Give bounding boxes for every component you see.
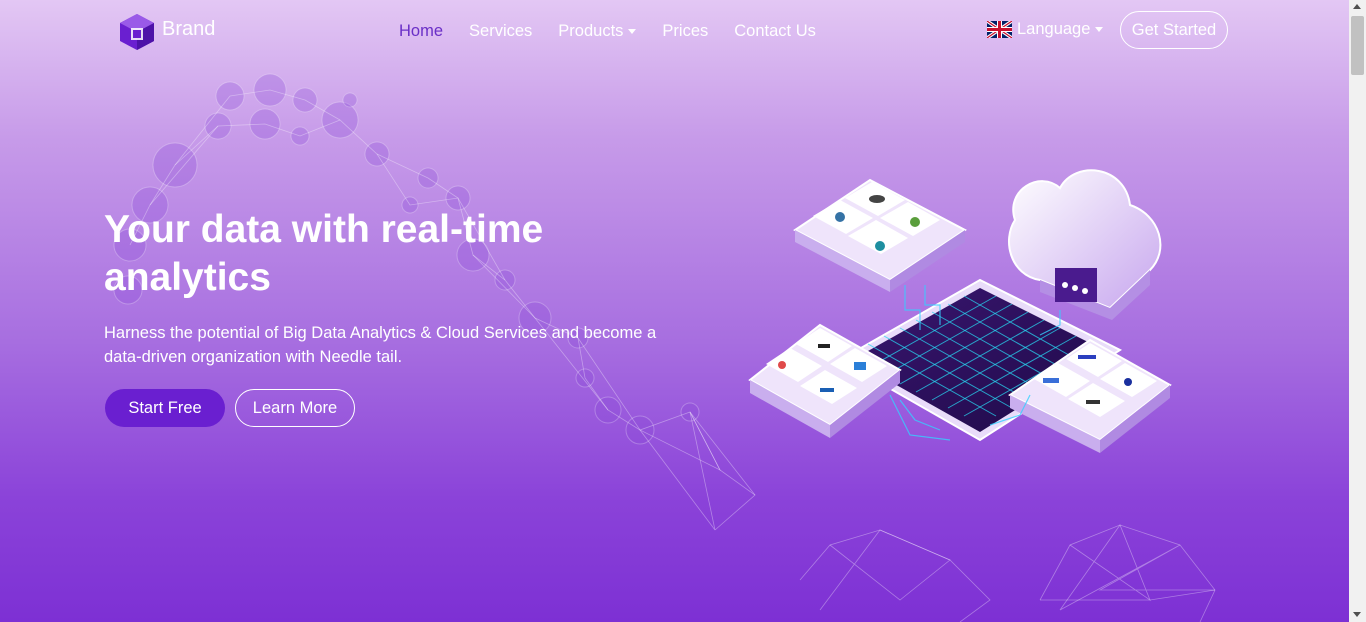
uk-flag-icon: [987, 21, 1012, 38]
cloud-data-illustration: [748, 169, 1172, 453]
cloud-icon: [1007, 169, 1162, 320]
page: Brand Home Services Products Prices Cont…: [0, 0, 1349, 622]
hero-title: Your data with real-time analytics: [104, 208, 544, 299]
nav-products[interactable]: Products: [545, 20, 649, 43]
nav-home[interactable]: Home: [386, 20, 456, 43]
chevron-down-icon: [1095, 27, 1104, 32]
nav-contact[interactable]: Contact Us: [721, 20, 829, 43]
start-free-button[interactable]: Start Free: [105, 389, 225, 427]
hero-subtitle: Harness the potential of Big Data Analyt…: [104, 324, 657, 366]
nav-prices[interactable]: Prices: [649, 20, 721, 43]
scroll-up-arrow-icon[interactable]: [1353, 4, 1361, 9]
brand[interactable]: Brand: [116, 12, 215, 52]
scroll-down-arrow-icon[interactable]: [1353, 612, 1361, 617]
language-label: Language: [1017, 20, 1091, 38]
get-started-button[interactable]: Get Started: [1120, 11, 1228, 49]
main-nav: Home Services Products Prices Contact Us: [386, 20, 829, 43]
nav-services[interactable]: Services: [456, 20, 545, 43]
language-selector[interactable]: Language: [987, 20, 1104, 39]
brand-name: Brand: [162, 17, 216, 40]
tile-group-top: [793, 178, 967, 292]
chevron-down-icon: [628, 29, 637, 34]
page-scrollbar[interactable]: [1349, 0, 1366, 622]
scrollbar-thumb[interactable]: [1351, 16, 1364, 75]
cube-logo-icon: [120, 14, 154, 50]
nav-products-label: Products: [558, 22, 624, 40]
learn-more-button[interactable]: Learn More: [235, 389, 355, 427]
